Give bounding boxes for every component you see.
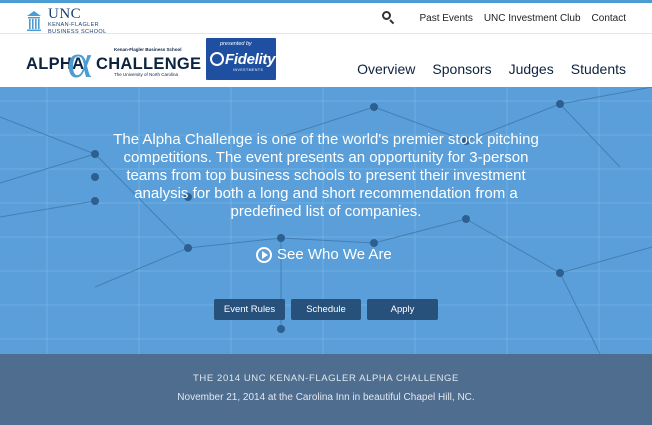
fidelity-mark-icon [210,52,224,66]
top-nav-past-events[interactable]: Past Events [419,13,472,24]
apply-button[interactable]: Apply [367,299,438,320]
play-icon [256,246,272,263]
unc-wordmark: UNC [48,6,82,22]
fidelity-wordmark: Fidelity [225,51,276,68]
main-nav-judges[interactable]: Judges [509,61,554,77]
main-nav-sponsors[interactable]: Sponsors [432,61,491,77]
top-nav-unc-investment-club[interactable]: UNC Investment Club [484,13,581,24]
main-nav-overview[interactable]: Overview [357,61,415,77]
schedule-button[interactable]: Schedule [291,299,361,320]
search-icon[interactable] [382,11,396,25]
hero-description: The Alpha Challenge is one of the world'… [113,131,539,220]
top-nav-contact[interactable]: Contact [592,13,626,24]
top-nav: Past Events UNC Investment Club Contact [382,11,626,25]
main-nav: Overview Sponsors Judges Students [340,61,626,77]
brand-alpha-glyph: α [67,35,93,88]
unc-sub-line1: KENAN-FLAGLER [48,22,100,28]
event-date-location: November 21, 2014 at the Carolina Inn in… [177,392,475,403]
see-who-we-are-label: See Who We Are [277,246,392,263]
main-nav-students[interactable]: Students [571,61,626,77]
site-header: ALPHA α CHALLENGE Kenan-Flagler Business… [0,34,652,87]
event-title: THE 2014 UNC KENAN-FLAGLER ALPHA CHALLEN… [193,373,459,384]
brand-school-line: Kenan-Flagler Business School [114,47,182,52]
alpha-challenge-logo[interactable]: ALPHA α CHALLENGE Kenan-Flagler Business… [26,38,201,86]
presented-by-label: presented by [220,41,252,47]
brand-university-line: The University of North Carolina [114,72,179,77]
fidelity-sponsor-logo[interactable]: presented by Fidelity INVESTMENTS [206,38,276,80]
hero-section: The Alpha Challenge is one of the world'… [0,87,652,354]
see-who-we-are-link[interactable]: See Who We Are [256,246,392,263]
unc-kenan-flagler-logo[interactable]: UNC KENAN-FLAGLER BUSINESS SCHOOL [26,7,107,35]
hero-button-row: Event Rules Schedule Apply [214,299,438,320]
old-well-icon [27,11,41,31]
top-utility-bar: UNC KENAN-FLAGLER BUSINESS SCHOOL Past E… [0,0,652,34]
event-rules-button[interactable]: Event Rules [214,299,285,320]
fidelity-investments-label: INVESTMENTS [233,68,264,72]
event-info-band: THE 2014 UNC KENAN-FLAGLER ALPHA CHALLEN… [0,354,652,425]
